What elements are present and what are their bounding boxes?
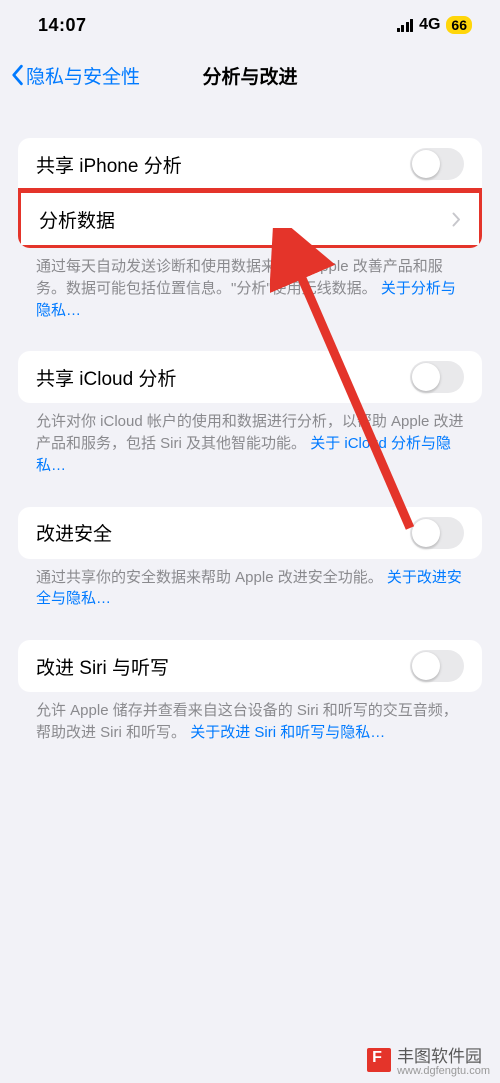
settings-group-icloud-analytics: 共享 iCloud 分析 允许对你 iCloud 帐户的使用和数据进行分析，以帮… bbox=[18, 351, 482, 476]
row-label: 改进安全 bbox=[36, 519, 112, 546]
status-time: 14:07 bbox=[38, 15, 87, 36]
toggle-improve-security[interactable] bbox=[410, 517, 464, 549]
group-footer: 通过每天自动发送诊断和使用数据来帮助 Apple 改善产品和服务。数据可能包括位… bbox=[18, 248, 482, 321]
settings-group-improve-security: 改进安全 通过共享你的安全数据来帮助 Apple 改进安全功能。 关于改进安全与… bbox=[18, 507, 482, 611]
footer-text: 通过共享你的安全数据来帮助 Apple 改进安全功能。 bbox=[36, 569, 383, 586]
content: 共享 iPhone 分析 分析数据 通过每天自动发送诊断和使用数据来帮助 App… bbox=[0, 100, 500, 744]
group-footer: 通过共享你的安全数据来帮助 Apple 改进安全功能。 关于改进安全与隐私… bbox=[18, 559, 482, 611]
chevron-right-icon bbox=[452, 212, 461, 227]
back-button[interactable]: 隐私与安全性 bbox=[10, 62, 140, 89]
toggle-share-iphone-analytics[interactable] bbox=[410, 148, 464, 180]
group-footer: 允许对你 iCloud 帐户的使用和数据进行分析，以帮助 Apple 改进产品和… bbox=[18, 403, 482, 476]
battery-badge: 66 bbox=[446, 16, 472, 34]
back-label: 隐私与安全性 bbox=[26, 62, 140, 89]
row-share-iphone-analytics[interactable]: 共享 iPhone 分析 bbox=[18, 138, 482, 190]
navigation-bar: 隐私与安全性 分析与改进 bbox=[0, 50, 500, 100]
row-label: 共享 iPhone 分析 bbox=[36, 151, 182, 178]
settings-group-improve-siri: 改进 Siri 与听写 允许 Apple 储存并查看来自这台设备的 Siri 和… bbox=[18, 640, 482, 744]
watermark-logo-icon bbox=[367, 1048, 391, 1072]
row-share-icloud-analytics[interactable]: 共享 iCloud 分析 bbox=[18, 351, 482, 403]
watermark-url: www.dgfengtu.com bbox=[397, 1065, 490, 1077]
row-improve-security[interactable]: 改进安全 bbox=[18, 507, 482, 559]
status-bar: 14:07 4G 66 bbox=[0, 0, 500, 50]
row-label: 分析数据 bbox=[39, 206, 115, 233]
card: 改进 Siri 与听写 bbox=[18, 640, 482, 692]
toggle-improve-siri[interactable] bbox=[410, 650, 464, 682]
toggle-share-icloud-analytics[interactable] bbox=[410, 361, 464, 393]
annotation-highlight: 分析数据 bbox=[18, 188, 482, 248]
page-title: 分析与改进 bbox=[202, 62, 297, 89]
card: 共享 iCloud 分析 bbox=[18, 351, 482, 403]
card: 共享 iPhone 分析 分析数据 bbox=[18, 138, 482, 248]
footer-link-siri-privacy[interactable]: 关于改进 Siri 和听写与隐私… bbox=[190, 724, 385, 741]
row-improve-siri[interactable]: 改进 Siri 与听写 bbox=[18, 640, 482, 692]
group-footer: 允许 Apple 储存并查看来自这台设备的 Siri 和听写的交互音频，帮助改进… bbox=[18, 692, 482, 744]
cellular-signal-icon bbox=[397, 19, 414, 32]
row-label: 共享 iCloud 分析 bbox=[36, 364, 176, 391]
watermark: 丰图软件园 www.dgfengtu.com bbox=[367, 1042, 490, 1077]
watermark-name: 丰图软件园 bbox=[397, 1047, 482, 1066]
card: 改进安全 bbox=[18, 507, 482, 559]
network-label: 4G bbox=[419, 16, 440, 34]
row-label: 改进 Siri 与听写 bbox=[36, 653, 169, 680]
settings-group-analytics: 共享 iPhone 分析 分析数据 通过每天自动发送诊断和使用数据来帮助 App… bbox=[18, 138, 482, 321]
chevron-left-icon bbox=[10, 64, 24, 86]
status-right: 4G 66 bbox=[397, 16, 472, 34]
row-analytics-data[interactable]: 分析数据 bbox=[21, 193, 479, 245]
